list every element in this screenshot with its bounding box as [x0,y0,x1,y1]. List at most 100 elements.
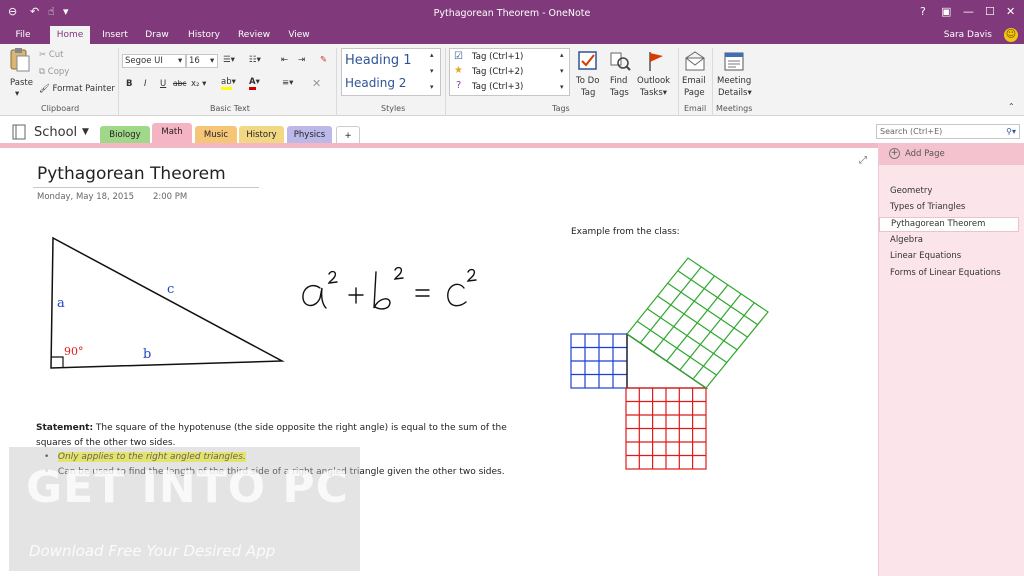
section-tab-music[interactable]: Music [195,126,237,144]
cut-icon: ✂ [39,50,47,60]
outlook-tasks-label: Tasks▾ [640,88,668,98]
section-tab-math[interactable]: Math [152,123,192,144]
search-input[interactable]: Search (Ctrl+E) ⚲▾ [876,124,1020,139]
divider [445,48,446,116]
delete-icon[interactable]: ✕ [312,77,321,90]
format-painter-label: Format Painter [52,84,115,94]
divider [712,48,713,116]
section-tab-history[interactable]: History [239,126,284,144]
tag-item[interactable]: Tag (Ctrl+2) [472,67,523,77]
copy-button[interactable]: ⧉ Copy [39,67,69,77]
subscript-button[interactable]: x₂ ▾ [191,79,206,89]
meeting-details-button[interactable]: Meeting Details▾ [716,50,754,98]
clear-formatting-icon[interactable]: ✎ [320,55,327,65]
bullets-icon[interactable]: ☰▾ [223,55,235,65]
ribbon: Paste ▾ ✂ Cut ⧉ Copy 🖌 Format Painter Cl… [0,44,1024,116]
add-section-button[interactable]: + [336,126,360,144]
statement-label: Statement: [36,423,94,433]
paste-dropdown-icon[interactable]: ▾ [15,89,19,99]
italic-button[interactable]: I [144,79,147,89]
font-color-icon[interactable]: A▾ [249,77,260,90]
minimize-icon[interactable]: — [963,5,974,18]
tab-home[interactable]: Home [50,26,90,44]
tab-insert[interactable]: Insert [98,26,132,44]
styles-scroll-down-icon[interactable]: ▾ [430,67,434,75]
watermark-title: GET INTO PC [26,462,349,513]
meeting-label: Details▾ [718,88,752,98]
ribbon-tab-bar: File Home Insert Draw History Review Vie… [0,26,1024,44]
page-item-forms-of-linear-equations[interactable]: Forms of Linear Equations [890,268,1001,278]
page-item-algebra[interactable]: Algebra [890,235,923,245]
paste-label[interactable]: Paste [10,78,33,88]
heading1-style[interactable]: Heading 1 [345,53,412,68]
copy-label: Copy [47,67,70,77]
page-list-pane: + Add Page Geometry Types of Triangles P… [878,143,1024,576]
styles-gallery[interactable]: Heading 1 Heading 2 ▴ ▾ ▾ [341,48,441,96]
cut-label: Cut [48,50,64,60]
font-name-value: Segoe UI [125,56,163,66]
maximize-icon[interactable]: ☐ [985,5,995,18]
collapse-ribbon-icon[interactable]: ⌃ [1008,102,1015,111]
page-item-geometry[interactable]: Geometry [890,186,932,196]
styles-scroll-up-icon[interactable]: ▴ [430,51,434,59]
divider [678,48,679,116]
add-page-button[interactable]: + Add Page [879,143,1024,165]
search-icon[interactable]: ⚲▾ [1006,125,1016,138]
page-item-linear-equations[interactable]: Linear Equations [890,251,961,261]
increase-indent-icon[interactable]: ⇥ [298,55,305,65]
notebook-dropdown-icon[interactable]: ▼ [82,127,89,137]
outlook-tasks-button[interactable]: Outlook Tasks▾ [637,50,673,98]
tab-file[interactable]: File [6,26,40,44]
find-tags-button[interactable]: Find Tags [609,50,633,98]
help-icon[interactable]: ? [920,5,926,18]
ink-equation-a2-b2-c2 [302,266,477,310]
notebook-name[interactable]: School [34,125,77,140]
ribbon-display-icon[interactable]: ▣ [941,5,951,18]
window-title: Pythagorean Theorem - OneNote [433,8,591,19]
user-name[interactable]: Sara Davis [944,30,992,40]
tags-scroll-up-icon[interactable]: ▴ [560,51,564,59]
font-name-select[interactable]: Segoe UI ▾ [122,54,186,68]
find-tags-label: Find [610,76,628,86]
expand-icon[interactable]: ⤢ [859,155,867,166]
decrease-indent-icon[interactable]: ⇤ [281,55,288,65]
meetings-group-label: Meetings [716,104,753,113]
highlight-icon[interactable]: ab▾ [221,77,236,90]
page-title[interactable]: Pythagorean Theorem [37,164,226,184]
styles-more-icon[interactable]: ▾ [430,83,434,91]
subscript-label: x [191,79,197,89]
align-icon[interactable]: ≡▾ [282,78,293,88]
smiley-feedback-icon[interactable]: ☺ [1004,28,1018,42]
format-painter-icon: 🖌 [39,84,50,94]
section-tab-physics[interactable]: Physics [287,126,332,144]
paste-button[interactable] [8,47,30,73]
tab-history[interactable]: History [184,26,224,44]
format-painter-button[interactable]: 🖌 Format Painter [39,84,115,94]
heading2-style[interactable]: Heading 2 [345,76,406,90]
meeting-label: Meeting [717,76,752,86]
add-page-label: Add Page [905,149,945,159]
close-icon[interactable]: ✕ [1006,5,1015,18]
tag-item[interactable]: Tag (Ctrl+1) [472,52,523,62]
cut-button[interactable]: ✂ Cut [39,50,63,60]
tags-gallery[interactable]: ☑ Tag (Ctrl+1) ★ Tag (Ctrl+2) ? Tag (Ctr… [449,48,570,96]
page-item-types-of-triangles[interactable]: Types of Triangles [890,202,965,212]
font-size-select[interactable]: 16 ▾ [186,54,218,68]
section-bar: School ▼ Biology Math Music History Phys… [0,116,1024,144]
tag-item[interactable]: Tag (Ctrl+3) [472,82,523,92]
right-angle-label: 90° [64,345,84,358]
underline-button[interactable]: U [160,79,166,89]
numbering-icon[interactable]: ☷▾ [249,55,261,65]
bold-button[interactable]: B [126,79,132,89]
tab-view[interactable]: View [282,26,316,44]
strikethrough-button[interactable]: abc [173,79,186,88]
todo-tag-button[interactable]: To Do Tag [575,50,601,98]
tab-draw[interactable]: Draw [140,26,174,44]
tab-review[interactable]: Review [234,26,274,44]
tags-scroll-down-icon[interactable]: ▾ [560,67,564,75]
divider [118,48,119,116]
tags-more-icon[interactable]: ▾ [560,83,564,91]
page-item-pythagorean-theorem[interactable]: Pythagorean Theorem [879,217,1019,232]
email-page-button[interactable]: Email Page [682,50,708,98]
section-tab-biology[interactable]: Biology [100,126,150,144]
